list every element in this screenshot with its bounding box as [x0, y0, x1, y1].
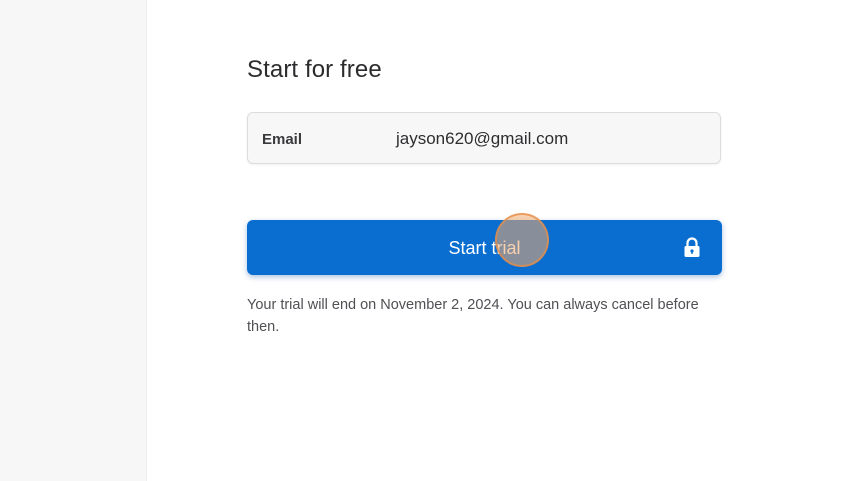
left-panel	[0, 0, 147, 481]
page-title: Start for free	[247, 56, 382, 83]
start-trial-button[interactable]: Start trial	[247, 220, 722, 275]
email-label: Email	[262, 131, 303, 148]
email-value[interactable]: jayson620@gmail.com	[396, 129, 568, 149]
email-field[interactable]: Email jayson620@gmail.com	[247, 112, 721, 164]
start-trial-label: Start trial	[448, 238, 521, 258]
trial-end-note: Your trial will end on November 2, 2024.…	[247, 297, 699, 335]
page: Start for free Email jayson620@gmail.com…	[0, 0, 860, 481]
lock-icon	[684, 237, 700, 257]
